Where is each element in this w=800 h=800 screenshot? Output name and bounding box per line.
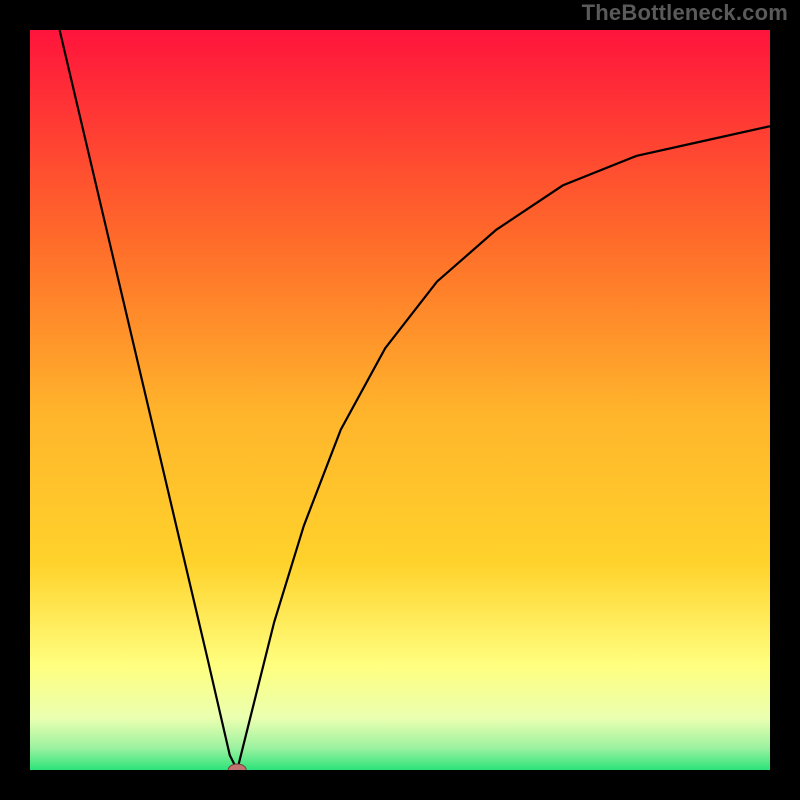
watermark-text: TheBottleneck.com bbox=[582, 0, 788, 26]
plot-area bbox=[30, 30, 770, 770]
gradient-background bbox=[30, 30, 770, 770]
chart-frame: TheBottleneck.com bbox=[0, 0, 800, 800]
plot-svg bbox=[30, 30, 770, 770]
